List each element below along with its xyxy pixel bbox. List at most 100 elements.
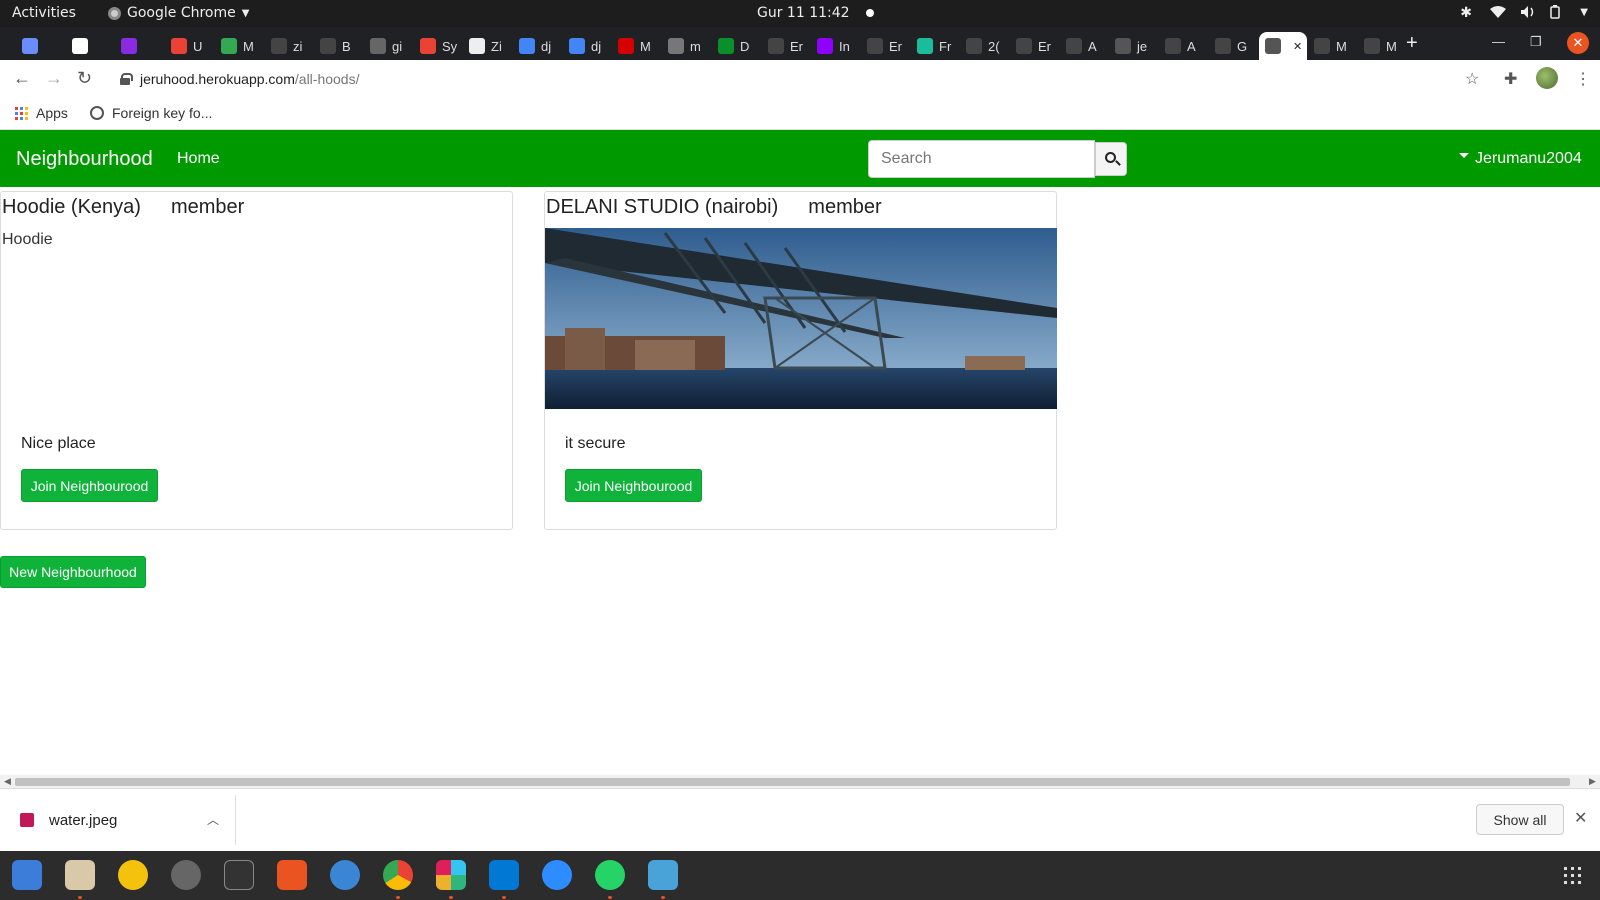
user-dropdown[interactable]: Jerumanu2004: [1459, 150, 1582, 168]
scroll-right-arrow-icon[interactable]: ▶: [1589, 776, 1596, 787]
image-file-icon: [20, 813, 34, 827]
terminal-icon[interactable]: [224, 860, 254, 890]
slack-icon[interactable]: [436, 860, 466, 890]
activities-button[interactable]: Activities: [12, 5, 76, 21]
bookmark-label: Foreign key fo...: [112, 105, 213, 121]
tab[interactable]: dj: [563, 32, 601, 60]
tab-favicon-icon: [22, 38, 38, 54]
close-icon[interactable]: ✕: [1574, 808, 1587, 828]
slack-tray-icon[interactable]: ✱: [1460, 5, 1474, 21]
profile-avatar[interactable]: [1536, 67, 1558, 89]
reload-icon[interactable]: ↻: [77, 68, 92, 89]
chrome-dock-icon[interactable]: [383, 860, 413, 890]
close-tab-icon[interactable]: ✕: [1293, 40, 1302, 53]
chrome-menu-icon[interactable]: ⋮: [1575, 69, 1591, 89]
tab-favicon-icon: [668, 38, 684, 54]
tab[interactable]: m: [662, 32, 701, 60]
battery-icon: [1550, 5, 1564, 19]
site-brand[interactable]: Neighbourhood: [16, 148, 153, 171]
back-icon[interactable]: ←: [13, 68, 31, 89]
tab[interactable]: M: [612, 32, 651, 60]
tab-favicon-icon: [718, 38, 734, 54]
close-window-button[interactable]: ✕: [1567, 32, 1589, 54]
chevron-up-icon[interactable]: ︿: [207, 811, 219, 828]
tab-label: Er: [1038, 38, 1051, 54]
tab[interactable]: B: [314, 32, 351, 60]
software-updater-icon[interactable]: [171, 860, 201, 890]
rhythmbox-icon[interactable]: [118, 860, 148, 890]
taskbar-dock: [0, 851, 1600, 900]
tab[interactable]: [66, 32, 94, 60]
join-neighbourhood-button[interactable]: Join Neighbourood: [21, 469, 158, 502]
whatsapp-icon[interactable]: [595, 860, 625, 890]
tab[interactable]: G: [1209, 32, 1247, 60]
image-viewer-icon[interactable]: [648, 860, 678, 890]
tab-label: Sy: [442, 38, 458, 54]
text-editor-icon[interactable]: [12, 860, 42, 890]
show-applications-icon[interactable]: [1564, 867, 1581, 884]
zoom-icon[interactable]: [542, 860, 572, 890]
tab[interactable]: U: [165, 32, 202, 60]
tab[interactable]: Zi: [463, 32, 502, 60]
tab[interactable]: zi: [265, 32, 302, 60]
search-button[interactable]: [1095, 142, 1127, 176]
tab-strip: + — ❐ ✕ U Mzi Bgi Sy Zi dj dj Mm D Er In Er Fr 2(Er Aj…: [0, 27, 1600, 60]
hood-image-bridge: [545, 228, 1057, 409]
tab-favicon-icon: [320, 38, 336, 54]
tab-active[interactable]: ✕: [1259, 32, 1307, 60]
tab[interactable]: Sy: [414, 32, 457, 60]
clock[interactable]: Gur 11 11:42: [757, 5, 874, 21]
horizontal-scrollbar[interactable]: ◀ ▶: [0, 775, 1600, 788]
tab-favicon-icon: [420, 38, 436, 54]
forward-icon[interactable]: →: [45, 68, 63, 89]
tab[interactable]: Fr: [911, 32, 951, 60]
extensions-icon[interactable]: ✚: [1504, 69, 1517, 89]
download-item[interactable]: water.jpeg ︿: [0, 795, 236, 845]
tab-label: A: [1088, 38, 1097, 54]
tab[interactable]: D: [712, 32, 749, 60]
tab[interactable]: In: [811, 32, 850, 60]
tab[interactable]: [115, 32, 143, 60]
system-tray[interactable]: ✱ ▼: [1460, 5, 1588, 21]
tab-favicon-icon: [1364, 38, 1380, 54]
address-bar[interactable]: jeruhood.herokuapp.com/all-hoods/: [112, 64, 1462, 94]
tab[interactable]: [16, 32, 44, 60]
tab[interactable]: M: [215, 32, 254, 60]
tab[interactable]: 2(: [960, 32, 1000, 60]
tab[interactable]: Er: [1010, 32, 1051, 60]
files-icon[interactable]: [65, 860, 95, 890]
bookmark-star-icon[interactable]: ☆: [1465, 69, 1479, 89]
join-neighbourhood-button[interactable]: Join Neighbourood: [565, 469, 702, 502]
scroll-left-arrow-icon[interactable]: ◀: [4, 776, 11, 787]
username: Jerumanu2004: [1475, 150, 1582, 167]
new-tab-button[interactable]: +: [1406, 32, 1418, 55]
new-neighbourhood-button[interactable]: New Neighbourhood: [0, 556, 146, 588]
software-center-icon[interactable]: [277, 860, 307, 890]
tab-favicon-icon: [768, 38, 784, 54]
tab[interactable]: Er: [861, 32, 902, 60]
tab[interactable]: dj: [513, 32, 551, 60]
tab[interactable]: M: [1308, 32, 1347, 60]
vscode-icon[interactable]: [489, 860, 519, 890]
app-menu[interactable]: Google Chrome ▼: [108, 5, 249, 21]
tab-label: M: [243, 38, 254, 54]
help-icon[interactable]: [330, 860, 360, 890]
restore-button[interactable]: ❐: [1530, 34, 1542, 50]
minimize-button[interactable]: —: [1492, 34, 1505, 49]
tab-label: 2(: [988, 38, 1000, 54]
search-input[interactable]: [868, 140, 1095, 178]
tab-label: zi: [293, 38, 303, 54]
tab[interactable]: M: [1358, 32, 1397, 60]
scrollbar-thumb[interactable]: [15, 778, 1570, 786]
tab[interactable]: Er: [762, 32, 803, 60]
tab[interactable]: je: [1109, 32, 1147, 60]
tab[interactable]: A: [1159, 32, 1196, 60]
bookmark-foreign-key[interactable]: Foreign key fo...: [90, 105, 212, 121]
tab-favicon-icon: [121, 38, 137, 54]
tab[interactable]: A: [1060, 32, 1097, 60]
hood-status: member: [170, 196, 245, 218]
bookmark-apps[interactable]: Apps: [15, 105, 68, 121]
nav-home-link[interactable]: Home: [177, 150, 220, 168]
show-all-downloads-button[interactable]: Show all: [1476, 804, 1564, 835]
tab[interactable]: gi: [364, 32, 402, 60]
